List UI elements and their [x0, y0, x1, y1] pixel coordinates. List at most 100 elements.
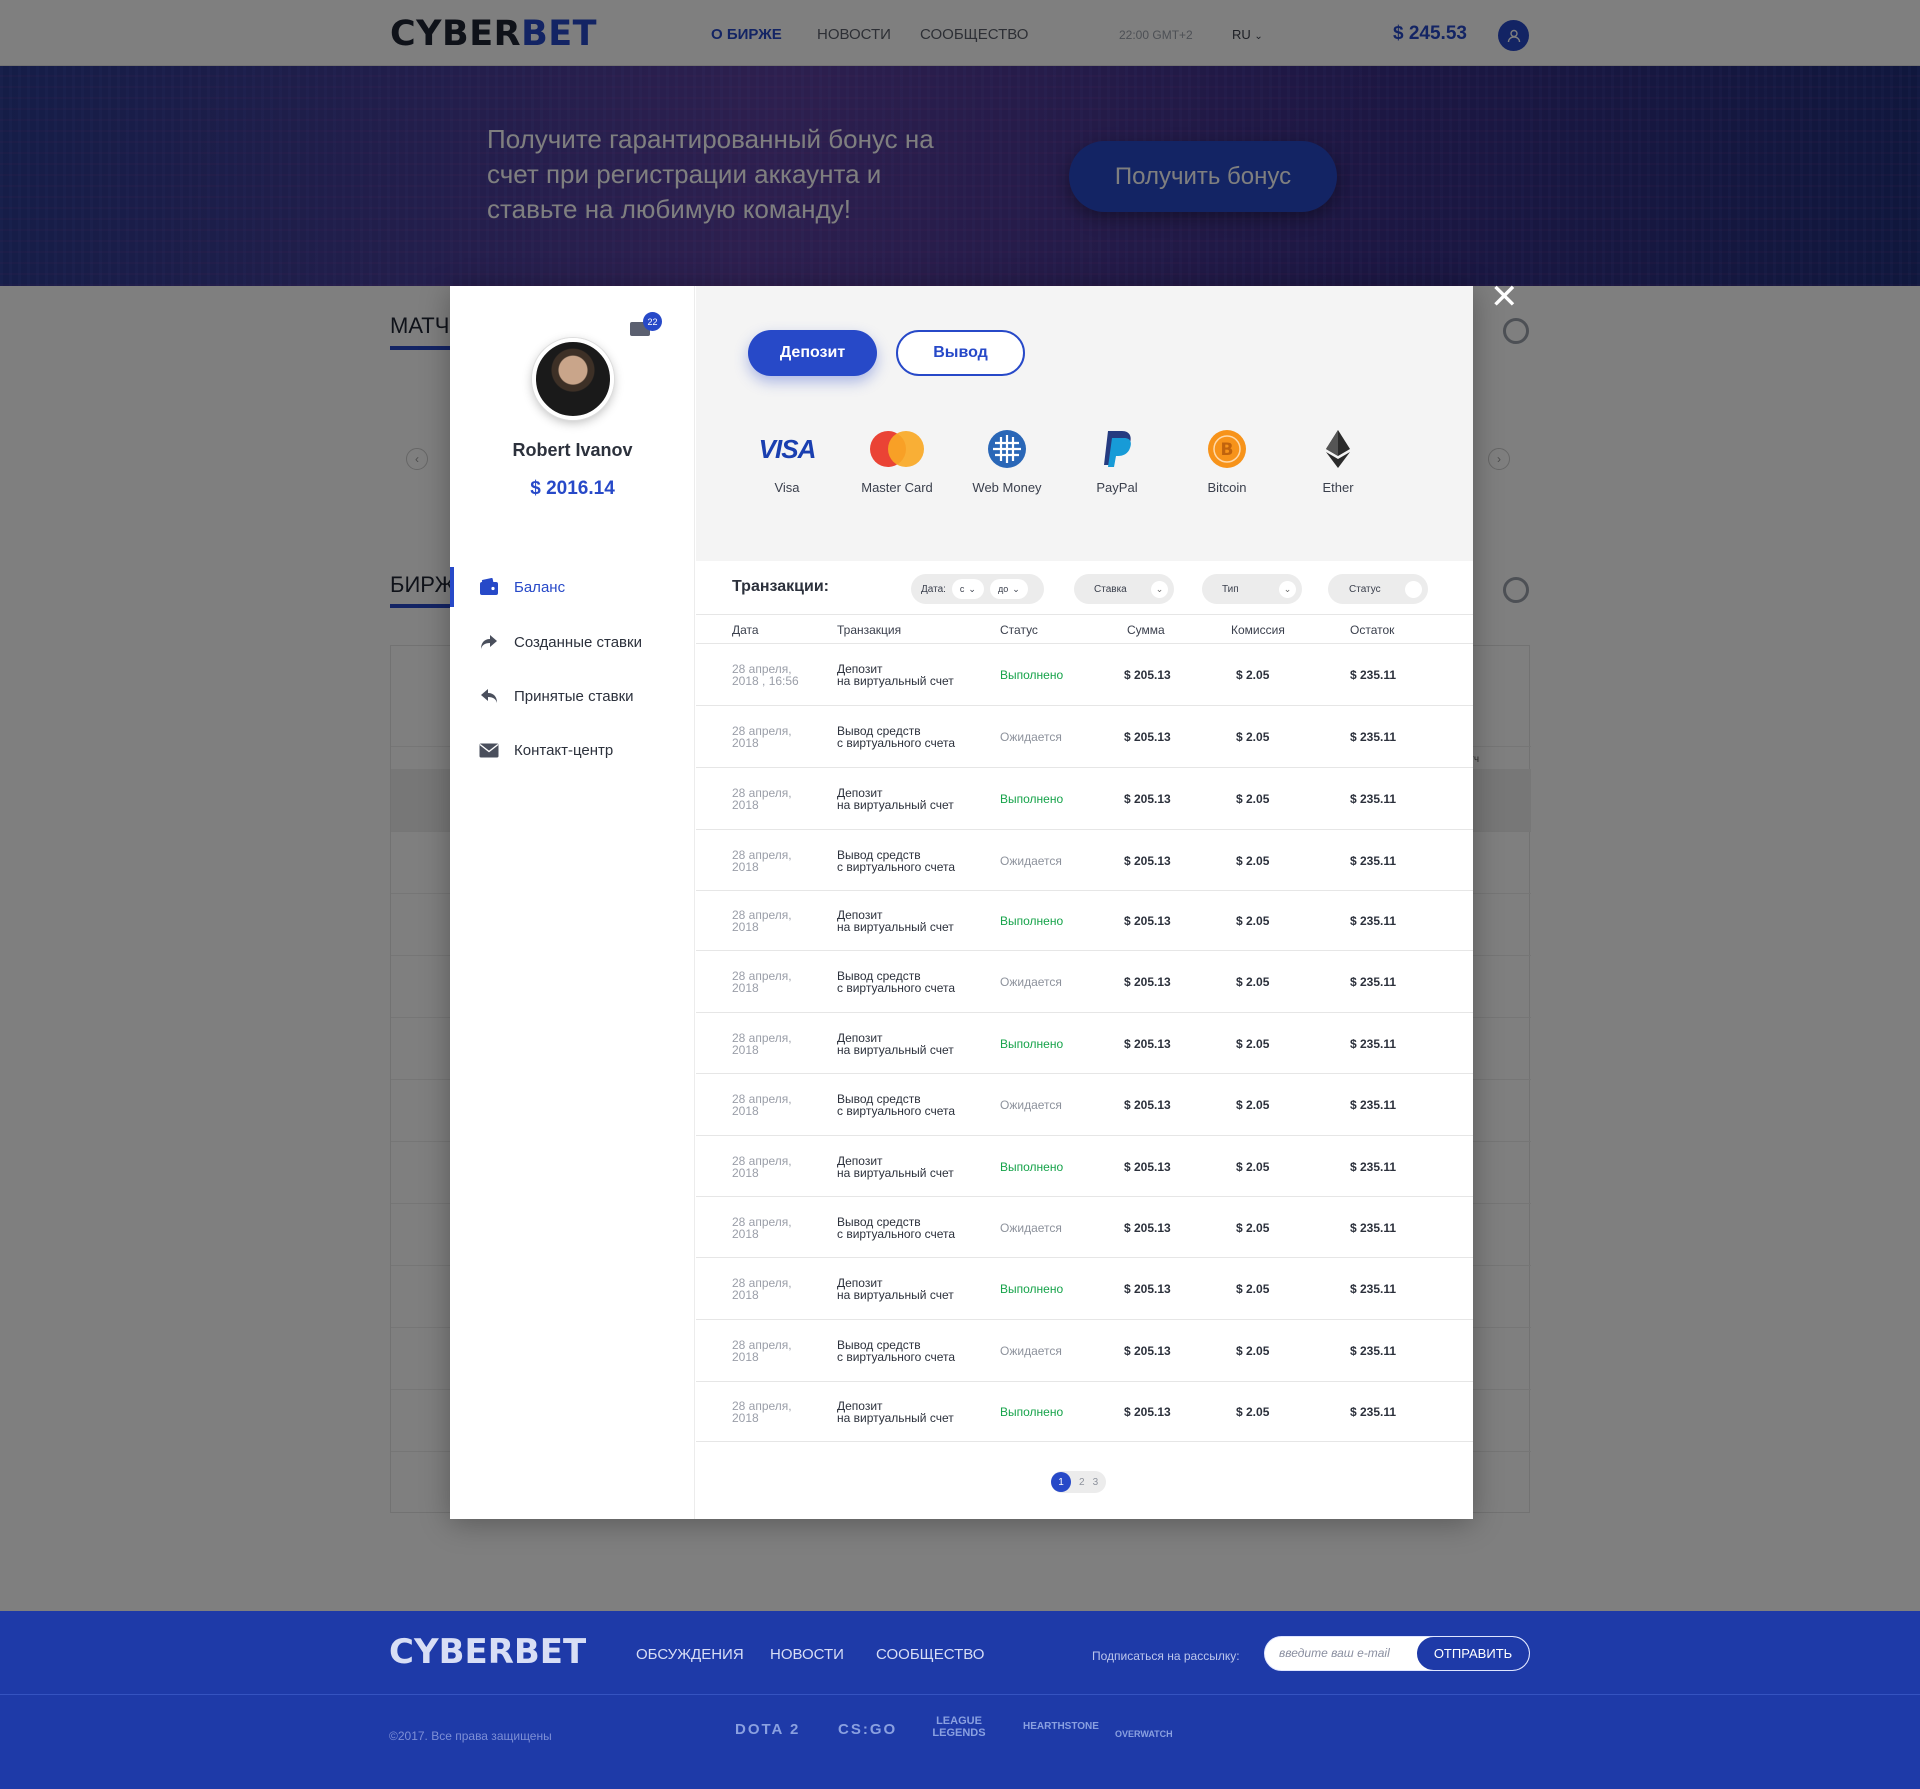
row-sum-line: $ 205.13 — [1124, 975, 1171, 989]
table-row[interactable]: 28 апреля, 2018 Депозит на виртуальный счет… — [696, 1013, 1473, 1074]
sidebar-item-accepted-bets[interactable]: Принятые ставки — [450, 676, 695, 716]
table-row[interactable]: 28 апреля, 2018 Вывод средств с виртуальног… — [696, 1074, 1473, 1136]
row-transaction: Вывод средств с виртуального счета — [837, 970, 955, 994]
row-date-line: 2018 — [732, 1288, 759, 1302]
payment-ether[interactable]: Ether — [1283, 426, 1393, 495]
payment-bitcoin[interactable]: B Bitcoin — [1172, 426, 1282, 495]
row-rest: $ 235.11 — [1350, 1098, 1396, 1112]
footer-nav-news[interactable]: НОВОСТИ — [770, 1646, 844, 1663]
row-date: 28 апреля, 2018 — [732, 970, 792, 994]
table-row[interactable]: 28 апреля, 2018 Вывод средств с виртуальног… — [696, 830, 1473, 891]
paypal-icon — [1104, 431, 1131, 467]
row-rest-line: $ 235.11 — [1350, 1405, 1397, 1419]
row-date-line: 2018 — [732, 920, 759, 934]
row-transaction-line: с виртуального счета — [837, 736, 956, 750]
column-header-date: Дата — [732, 623, 759, 637]
email-field[interactable]: введите ваш e-mail — [1279, 1646, 1390, 1660]
league-of-legends-logo[interactable]: LEAGUE LEGENDS — [919, 1715, 999, 1739]
bet-filter[interactable]: Ставка ⌄ — [1074, 574, 1174, 604]
payment-mastercard[interactable]: Master Card — [842, 426, 952, 495]
row-sum: $ 205.13 — [1124, 730, 1171, 744]
row-transaction: Вывод средств с виртуального счета — [837, 1216, 955, 1240]
row-date-line: 2018 — [732, 798, 759, 812]
row-transaction: Депозит на виртуальный счет — [837, 787, 954, 811]
payment-paypal[interactable]: PayPal — [1062, 426, 1172, 495]
payment-visa[interactable]: VISA Visa — [732, 426, 842, 496]
row-status-line: Выполнено — [1000, 1160, 1064, 1174]
sidebar-item-created-bets[interactable]: Созданные ставки — [450, 622, 695, 662]
table-row[interactable]: 28 апреля, 2018 Депозит на виртуальный счет… — [696, 1136, 1473, 1197]
row-transaction-line: на виртуальный счет — [837, 674, 954, 688]
row-status: Выполнено — [1000, 1160, 1063, 1174]
table-row[interactable]: 28 апреля, 2018 , 16:56 Депозит на виртуаль… — [696, 644, 1473, 706]
withdraw-button[interactable]: Вывод — [896, 330, 1025, 376]
send-button[interactable]: ОТПРАВИТЬ — [1417, 1637, 1529, 1670]
row-sum: $ 205.13 — [1124, 792, 1171, 806]
overwatch-logo[interactable]: OVERWATCH — [1115, 1729, 1173, 1739]
table-row[interactable]: 28 апреля, 2018 Депозит на виртуальный счет… — [696, 768, 1473, 830]
footer-logo[interactable]: CYBERBET — [389, 1632, 586, 1672]
table-row[interactable]: 28 апреля, 2018 Вывод средств с виртуальног… — [696, 706, 1473, 768]
row-fee: $ 2.05 — [1236, 668, 1269, 682]
user-balance: $ 2016.14 — [530, 478, 615, 499]
deposit-button[interactable]: Депозит — [748, 330, 877, 376]
row-rest: $ 235.11 — [1350, 1221, 1396, 1235]
table-row[interactable]: 28 апреля, 2018 Депозит на виртуальный счет… — [696, 1382, 1473, 1442]
row-sum-line: $ 205.13 — [1124, 1405, 1171, 1419]
row-date-line: 2018 — [732, 1227, 759, 1241]
csgo-logo[interactable]: CS:GO — [838, 1721, 897, 1738]
row-rest: $ 235.11 — [1350, 1037, 1396, 1051]
row-sum-line: $ 205.13 — [1124, 730, 1171, 744]
row-rest: $ 235.11 — [1350, 1405, 1396, 1419]
row-date-line: 2018 — [732, 1166, 759, 1180]
status-filter[interactable]: Статус — [1328, 574, 1428, 604]
payment-webmoney[interactable]: Web Money — [952, 426, 1062, 495]
row-transaction: Депозит на виртуальный счет — [837, 1400, 954, 1424]
bitcoin-icon: B — [1208, 430, 1246, 468]
dota2-logo[interactable]: DOTA 2 — [735, 1721, 800, 1738]
footer-nav-community[interactable]: СООБЩЕСТВО — [876, 1646, 984, 1663]
row-rest-line: $ 235.11 — [1350, 975, 1397, 989]
row-sum-line: $ 205.13 — [1124, 1098, 1171, 1112]
page-2-button[interactable]: 2 — [1079, 1477, 1085, 1488]
close-icon[interactable]: ✕ — [1490, 280, 1519, 314]
row-sum: $ 205.13 — [1124, 1160, 1171, 1174]
row-rest-line: $ 235.11 — [1350, 730, 1397, 744]
table-row[interactable]: 28 апреля, 2018 Вывод средств с виртуальног… — [696, 1320, 1473, 1382]
column-header-rest: Остаток — [1350, 623, 1395, 637]
page-1-button[interactable]: 1 — [1051, 1472, 1071, 1492]
subscribe-label: Подписаться на рассылку: — [1092, 1649, 1240, 1663]
row-transaction-line: на виртуальный счет — [837, 1043, 954, 1057]
payment-label: Bitcoin — [1207, 480, 1247, 495]
hearthstone-logo[interactable]: HEARTHSTONE — [1023, 1721, 1099, 1732]
row-sum-line: $ 205.13 — [1124, 1344, 1171, 1358]
row-transaction: Вывод средств с виртуального счета — [837, 1093, 955, 1117]
footer-nav-discussions[interactable]: ОБСУЖДЕНИЯ — [636, 1646, 744, 1663]
row-status: Ожидается — [1000, 1221, 1062, 1235]
table-row[interactable]: 28 апреля, 2018 Депозит на виртуальный счет… — [696, 1258, 1473, 1320]
row-status: Выполнено — [1000, 668, 1063, 682]
footer-divider — [0, 1694, 1920, 1695]
type-filter[interactable]: Тип ⌄ — [1202, 574, 1302, 604]
row-fee-line: $ 2.05 — [1236, 914, 1270, 928]
row-fee: $ 2.05 — [1236, 1282, 1269, 1296]
row-rest-line: $ 235.11 — [1350, 1160, 1397, 1174]
row-rest: $ 235.11 — [1350, 1160, 1396, 1174]
page-3-button[interactable]: 3 — [1093, 1477, 1099, 1488]
row-fee: $ 2.05 — [1236, 914, 1269, 928]
sidebar-item-balance[interactable]: Баланс — [450, 567, 695, 607]
row-rest-line: $ 235.11 — [1350, 1037, 1397, 1051]
svg-text:B: B — [1221, 440, 1234, 460]
date-to-select[interactable]: до ⌄ — [989, 579, 1028, 599]
date-from-select[interactable]: с ⌄ — [951, 579, 984, 599]
subscribe-form: введите ваш e-mail ОТПРАВИТЬ — [1264, 1636, 1530, 1671]
table-row[interactable]: 28 апреля, 2018 Вывод средств с виртуальног… — [696, 1197, 1473, 1258]
row-transaction: Вывод средств с виртуального счета — [837, 725, 955, 749]
bet-filter-label: Ставка — [1094, 583, 1127, 595]
row-sum: $ 205.13 — [1124, 1344, 1171, 1358]
table-row[interactable]: 28 апреля, 2018 Вывод средств с виртуальног… — [696, 951, 1473, 1013]
table-row[interactable]: 28 апреля, 2018 Депозит на виртуальный счет… — [696, 891, 1473, 951]
type-filter-label: Тип — [1222, 583, 1239, 595]
sidebar-item-contact-center[interactable]: Контакт-центр — [450, 730, 695, 770]
date-filter: Дата: с ⌄ до ⌄ — [911, 574, 1044, 604]
